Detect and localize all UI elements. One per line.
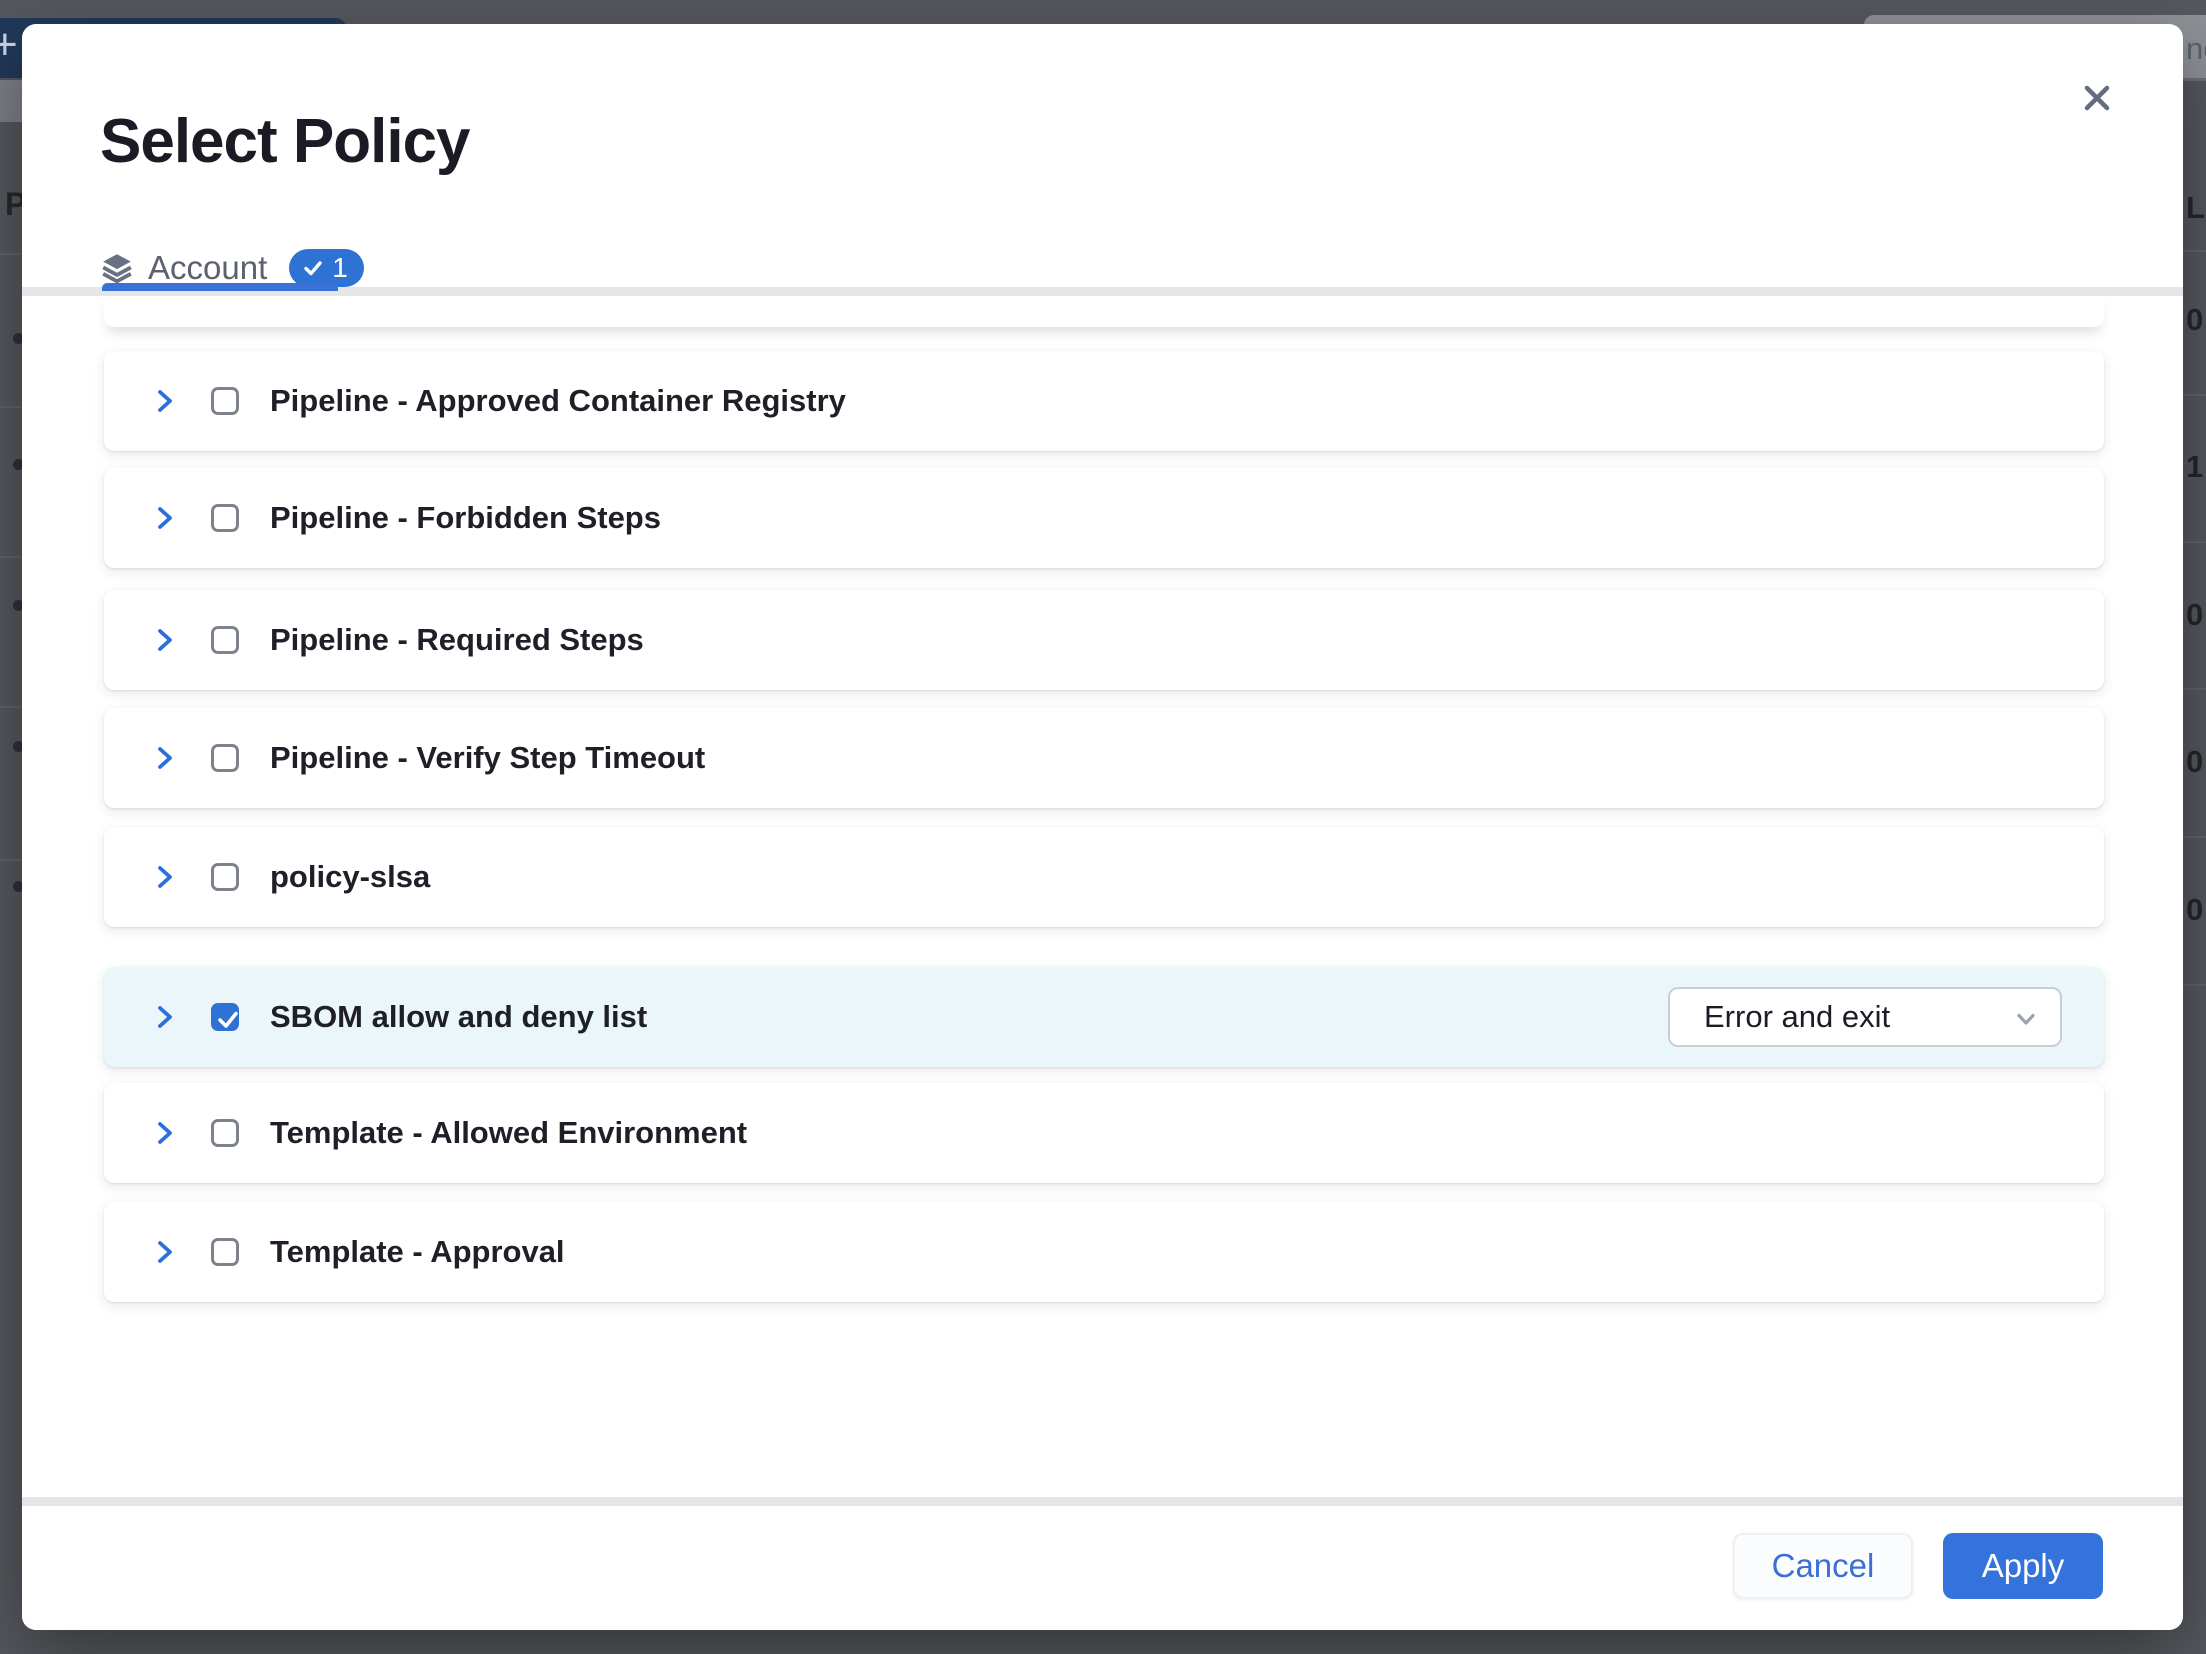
background-row-separator <box>2183 688 2206 690</box>
background-row-separator <box>0 556 22 558</box>
expand-chevron-icon[interactable] <box>149 385 181 417</box>
select-policy-modal: Select Policy Account 1 Pipeline - Appro… <box>22 24 2183 1630</box>
close-icon <box>2080 81 2114 115</box>
policy-row[interactable]: SBOM allow and deny list Error and exit <box>104 967 2104 1067</box>
expand-chevron-icon[interactable] <box>149 1236 181 1268</box>
policy-label: Pipeline - Approved Container Registry <box>270 383 846 419</box>
policy-row[interactable]: Template - Approval <box>104 1202 2104 1302</box>
policy-row[interactable]: Pipeline - Required Steps <box>104 590 2104 690</box>
tab-account-label: Account <box>148 249 267 287</box>
layers-icon <box>100 251 134 285</box>
background-cell-value: 0 <box>2186 744 2203 780</box>
expand-chevron-icon[interactable] <box>149 1001 181 1033</box>
policy-row[interactable]: Pipeline - Approved Container Registry <box>104 351 2104 451</box>
background-row-separator <box>0 406 22 408</box>
footer-divider <box>22 1497 2183 1506</box>
modal-footer: Cancel Apply <box>22 1506 2183 1630</box>
tabbar-divider <box>22 287 2183 296</box>
background-row-separator <box>2183 394 2206 396</box>
apply-button[interactable]: Apply <box>1943 1533 2103 1599</box>
page-title: Select Policy <box>100 106 470 177</box>
policy-checkbox[interactable] <box>211 744 239 772</box>
background-cell-value: 0 <box>2186 892 2203 928</box>
policy-row[interactable]: policy-slsa <box>104 827 2104 927</box>
policy-label: SBOM allow and deny list <box>270 999 647 1035</box>
background-left-band <box>0 80 22 122</box>
background-row-separator <box>0 706 22 708</box>
background-row-separator <box>2183 250 2206 252</box>
policy-checkbox[interactable] <box>211 1238 239 1266</box>
plus-icon: + <box>0 20 18 70</box>
policy-checkbox[interactable] <box>211 1003 239 1031</box>
chevron-down-icon <box>2012 1005 2040 1033</box>
expand-chevron-icon[interactable] <box>149 502 181 534</box>
expand-chevron-icon[interactable] <box>149 861 181 893</box>
background-cell-value: 1 <box>2186 449 2203 485</box>
policy-row[interactable]: Pipeline - Forbidden Steps <box>104 468 2104 568</box>
background-row-separator <box>0 859 22 861</box>
background-cell-value: 0 <box>2186 597 2203 633</box>
policy-row[interactable]: Template - Allowed Environment <box>104 1083 2104 1183</box>
policy-label: Pipeline - Verify Step Timeout <box>270 740 705 776</box>
background-cell-value: 0 <box>2186 302 2203 338</box>
expand-chevron-icon[interactable] <box>149 742 181 774</box>
background-text-fragment: ne <box>2186 31 2206 67</box>
tab-selected-count-badge: 1 <box>289 249 364 287</box>
cancel-button[interactable]: Cancel <box>1733 1533 1913 1599</box>
policy-label: Template - Approval <box>270 1234 565 1270</box>
background-row-separator <box>2183 984 2206 986</box>
policy-label: Pipeline - Required Steps <box>270 622 644 658</box>
policy-checkbox[interactable] <box>211 504 239 532</box>
background-row-separator <box>2183 541 2206 543</box>
background-row-separator <box>2183 836 2206 838</box>
check-icon <box>302 257 324 279</box>
policy-checkbox[interactable] <box>211 863 239 891</box>
tab-badge-count: 1 <box>332 252 348 284</box>
background-row-separator <box>0 253 22 255</box>
background-column-header: L <box>2186 190 2205 226</box>
policy-list: Pipeline - Approved Container Registry P… <box>22 296 2183 1497</box>
close-button[interactable] <box>2071 72 2123 124</box>
policy-action-select[interactable]: Error and exit <box>1668 987 2062 1047</box>
policy-label: Template - Allowed Environment <box>270 1115 747 1151</box>
expand-chevron-icon[interactable] <box>149 624 181 656</box>
policy-action-value: Error and exit <box>1704 999 1890 1035</box>
policy-checkbox[interactable] <box>211 1119 239 1147</box>
policy-label: Pipeline - Forbidden Steps <box>270 500 661 536</box>
scrolled-row-sliver <box>104 296 2104 327</box>
expand-chevron-icon[interactable] <box>149 1117 181 1149</box>
policy-label: policy-slsa <box>270 859 430 895</box>
policy-checkbox[interactable] <box>211 626 239 654</box>
policy-checkbox[interactable] <box>211 387 239 415</box>
policy-row[interactable]: Pipeline - Verify Step Timeout <box>104 708 2104 808</box>
tab-active-underline <box>102 283 338 291</box>
